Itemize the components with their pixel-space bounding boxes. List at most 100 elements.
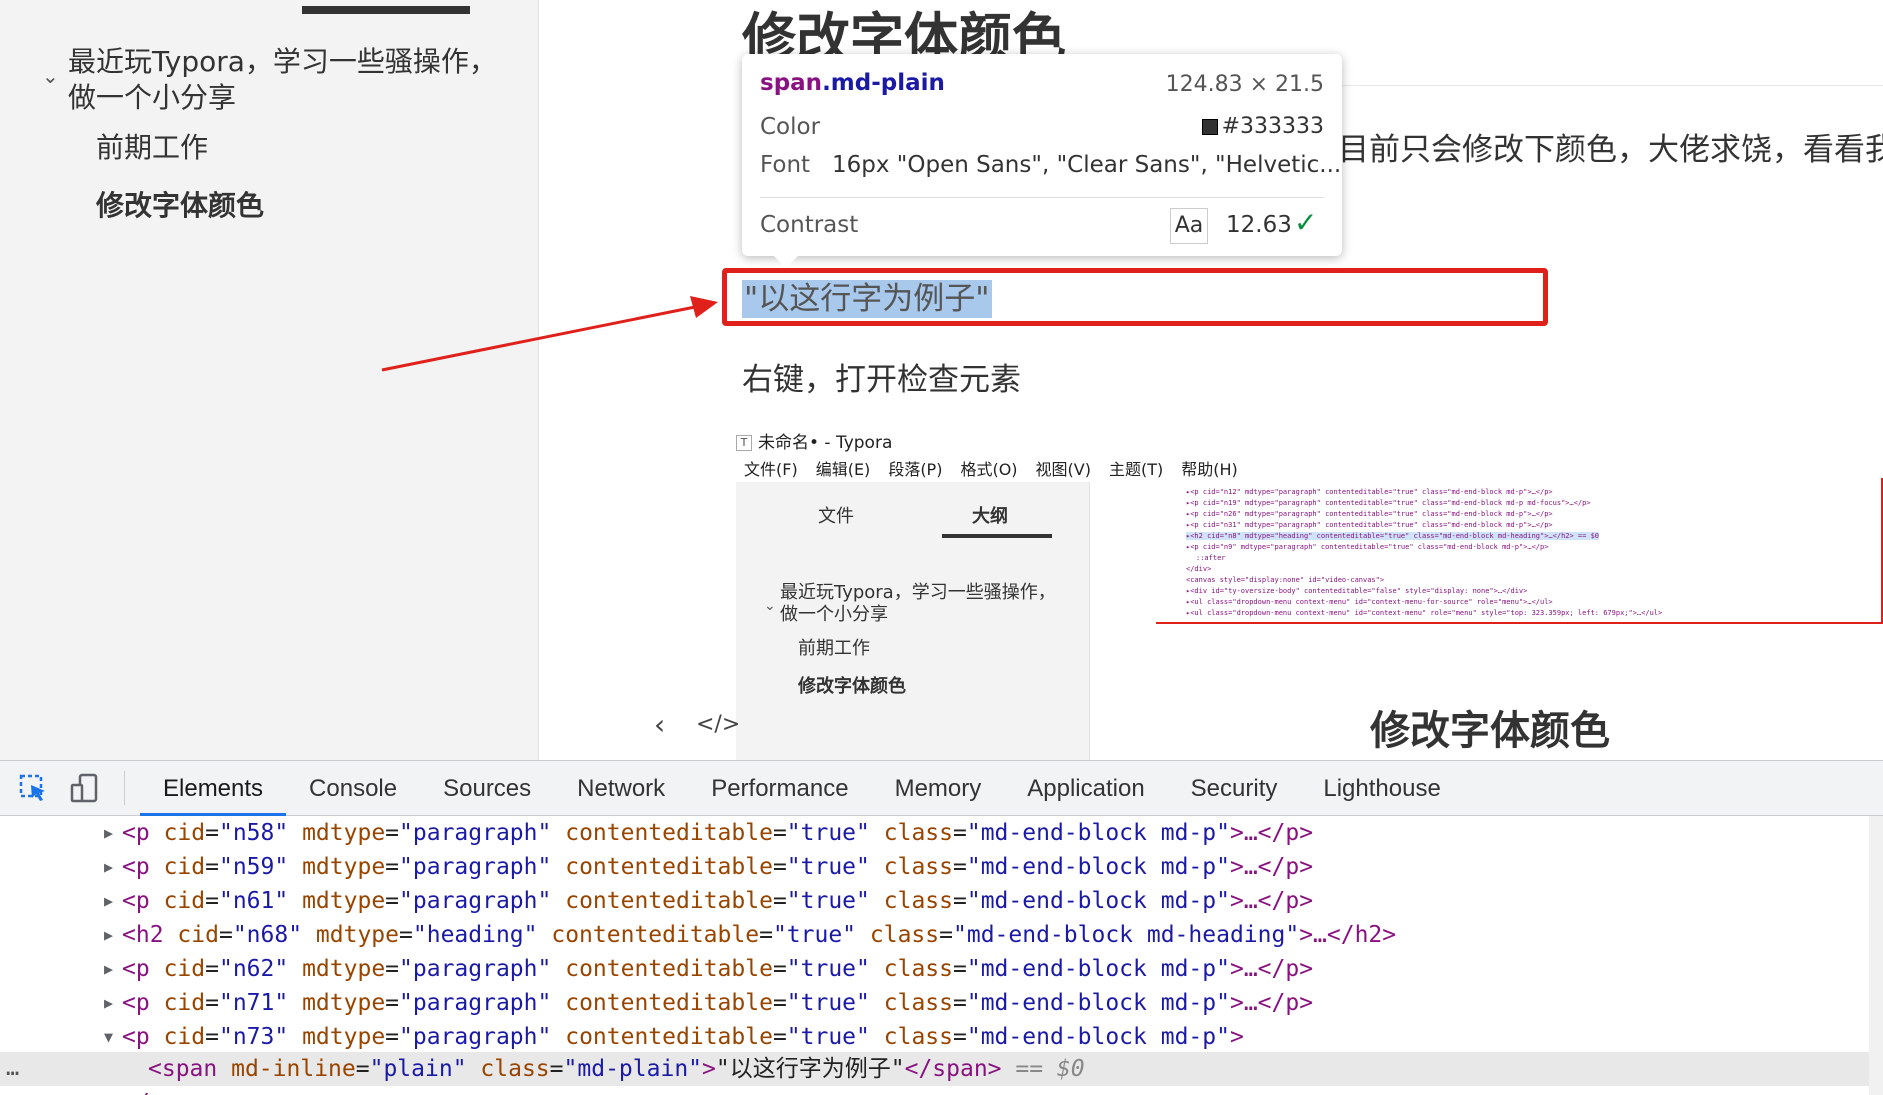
editor-area: 修改字体颜色 目前只会修改下颜色，大佬求饶，看看我 "以这行字为例子" 右键，打… — [540, 0, 1883, 760]
tab-memory[interactable]: Memory — [872, 761, 1005, 816]
devtools-tabs: Elements Console Sources Network Perform… — [140, 761, 1464, 816]
dom-node-text: <p cid="n73" mdtype="paragraph" contente… — [122, 1024, 1244, 1050]
sel-text-node: "以这行字为例子" — [715, 1056, 905, 1082]
nested-devtools-snapshot: ▸<p cid="n12" mdtype="paragraph" content… — [1156, 478, 1883, 624]
outline-item-font-color[interactable]: 修改字体颜色 — [96, 188, 264, 224]
red-annotation-box — [722, 268, 1548, 326]
nested-outline-parent-line1[interactable]: 最近玩Typora，学习一些骚操作， — [780, 582, 1056, 604]
nested-dev-line-selected: ▸<h2 cid="n8" mdtype="heading" contented… — [1186, 532, 1600, 540]
sel-close-tag: </span> — [904, 1056, 1002, 1082]
dom-node-line[interactable]: ▼ <p cid="n73" mdtype="paragraph" content… — [0, 1020, 1883, 1054]
nested-outline-parent-line2[interactable]: 做一个小分享 — [780, 604, 888, 626]
expand-triangle-icon[interactable]: ▶ — [104, 816, 113, 850]
contrast-sample: Aa — [1170, 208, 1208, 244]
dom-node-text: <h2 cid="n68" mdtype="heading" contented… — [122, 922, 1397, 948]
inspect-element-icon[interactable] — [18, 773, 48, 803]
nested-window-title: T 未命名• - Typora — [736, 428, 892, 453]
nested-heading: 修改字体颜色 — [1370, 708, 1610, 754]
dom-node-line[interactable]: ▶ <h2 cid="n68" mdtype="heading" contente… — [0, 918, 1883, 952]
close-p-tag: </p> — [122, 1086, 177, 1095]
tab-performance[interactable]: Performance — [688, 761, 871, 816]
tooltip-color-value: #333333 — [1201, 114, 1324, 139]
outline-sidebar: ⌄ 最近玩Typora，学习一些骚操作， 做一个小分享 前期工作 修改字体颜色 — [0, 0, 539, 760]
chevron-down-icon[interactable]: ⌄ — [42, 64, 59, 88]
vertical-scrollbar[interactable] — [1869, 816, 1883, 1095]
tab-network[interactable]: Network — [554, 761, 688, 816]
dom-node-line[interactable]: ▶ <p cid="n59" mdtype="paragraph" content… — [0, 850, 1883, 884]
nested-menu-theme[interactable]: 主题(T) — [1109, 456, 1163, 480]
nested-menu-file[interactable]: 文件(F) — [744, 456, 798, 480]
tooltip-font-value: 16px "Open Sans", "Clear Sans", "Helveti… — [832, 152, 1342, 178]
nested-dev-line: ▸<ul class="dropdown-menu context-menu" … — [1186, 609, 1663, 617]
tab-sources[interactable]: Sources — [420, 761, 554, 816]
dom-node-line[interactable]: ▶ <p cid="n61" mdtype="paragraph" content… — [0, 884, 1883, 918]
more-options-icon[interactable]: … — [6, 1052, 19, 1086]
nested-menu-help[interactable]: 帮助(H) — [1181, 456, 1238, 480]
nested-outline-early-work[interactable]: 前期工作 — [798, 638, 870, 660]
dom-node-line[interactable]: ▶ <p cid="n62" mdtype="paragraph" content… — [0, 952, 1883, 986]
nested-menu-view[interactable]: 视图(V) — [1036, 456, 1091, 480]
sidebar-tab-indicator — [302, 6, 470, 14]
nested-dev-line: ▸<p cid="n9" mdtype="paragraph" contente… — [1186, 543, 1549, 551]
outline-item-early-work[interactable]: 前期工作 — [96, 130, 208, 166]
outline-item-parent-line2[interactable]: 做一个小分享 — [68, 80, 236, 116]
devtools-toolbar: Elements Console Sources Network Perform… — [0, 761, 1883, 816]
nested-prev-chevron-icon[interactable]: ‹ — [654, 708, 665, 741]
expand-triangle-icon[interactable]: ▶ — [104, 884, 113, 918]
toolbar-separator — [124, 771, 125, 805]
outline-item-parent-line1[interactable]: 最近玩Typora，学习一些骚操作， — [68, 44, 497, 80]
nested-chevron-down-icon[interactable]: ⌄ — [764, 598, 776, 614]
expand-triangle-icon[interactable]: ▶ — [104, 986, 113, 1020]
tooltip-dimensions: 124.83 × 21.5 — [1165, 72, 1324, 97]
devtools-panel: Elements Console Sources Network Perform… — [0, 760, 1883, 1095]
dom-node-selected[interactable]: … <span md-inline="plain" class="md-plai… — [0, 1052, 1883, 1086]
dom-node-text: <p cid="n62" mdtype="paragraph" contente… — [122, 956, 1314, 982]
nested-menubar: 文件(F) 编辑(E) 段落(P) 格式(O) 视图(V) 主题(T) 帮助(H… — [744, 456, 1238, 480]
nested-outline-font-color[interactable]: 修改字体颜色 — [798, 676, 906, 698]
sel-attr1-val: plain — [383, 1056, 453, 1082]
dom-node-text: <p cid="n71" mdtype="paragraph" contente… — [122, 990, 1314, 1016]
tab-lighthouse[interactable]: Lighthouse — [1300, 761, 1463, 816]
check-icon: ✓ — [1294, 206, 1318, 239]
nested-tab-files[interactable]: 文件 — [818, 502, 854, 528]
typora-app-icon: T — [736, 435, 752, 451]
highlighted-example: "以这行字为例子" — [722, 268, 1548, 326]
tooltip-contrast-value: 12.63 — [1226, 212, 1292, 238]
nested-dev-line: ▸<div id="ty-oversize-body" contentedita… — [1186, 587, 1528, 595]
nested-dev-line: ▸<p cid="n12" mdtype="paragraph" content… — [1186, 488, 1553, 496]
tab-elements[interactable]: Elements — [140, 761, 287, 816]
nested-sidebar: 文件 大纲 ⌄ 最近玩Typora，学习一些骚操作， 做一个小分享 前期工作 修… — [736, 482, 1090, 760]
tab-security[interactable]: Security — [1168, 761, 1301, 816]
sel-attr2-val: md-plain — [577, 1056, 689, 1082]
dom-node-text: <p cid="n61" mdtype="paragraph" contente… — [122, 888, 1314, 914]
nested-dev-line: ▸<p cid="n31" mdtype="paragraph" content… — [1186, 521, 1553, 529]
selected-node-text: <span md-inline="plain" class="md-plain"… — [148, 1056, 1085, 1082]
nested-dev-line: ::after — [1196, 554, 1226, 562]
sel-tag: span — [161, 1056, 218, 1082]
expand-triangle-icon[interactable]: ▶ — [104, 850, 113, 884]
instruction-text: 右键，打开检查元素 — [742, 362, 1021, 398]
device-toggle-icon[interactable] — [70, 773, 100, 803]
nested-menu-format[interactable]: 格式(O) — [960, 456, 1017, 480]
nested-source-code-icon[interactable]: </> — [696, 712, 740, 737]
dom-node-line[interactable]: ▶ <p cid="n58" mdtype="paragraph" content… — [0, 816, 1883, 850]
tab-console[interactable]: Console — [286, 761, 420, 816]
nested-tab-outline[interactable]: 大纲 — [972, 502, 1008, 528]
sel-attr2-name: class — [480, 1056, 550, 1082]
nested-dev-line: <canvas style="display:none" id="video-c… — [1186, 576, 1385, 584]
tooltip-arrow — [772, 254, 800, 268]
dom-node-close[interactable]: </p> — [0, 1086, 1883, 1095]
dom-node-line[interactable]: ▶ <p cid="n71" mdtype="paragraph" content… — [0, 986, 1883, 1020]
nested-menu-paragraph[interactable]: 段落(P) — [888, 456, 942, 480]
nested-dev-line: </div> — [1186, 565, 1212, 573]
expand-triangle-icon[interactable]: ▶ — [104, 952, 113, 986]
nested-tab-indicator — [942, 534, 1052, 538]
nested-menu-edit[interactable]: 编辑(E) — [816, 456, 871, 480]
expand-triangle-icon[interactable]: ▶ — [104, 918, 113, 952]
expand-triangle-open-icon[interactable]: ▼ — [104, 1020, 113, 1054]
tab-application[interactable]: Application — [1004, 761, 1167, 816]
tooltip-color-text: #333333 — [1221, 114, 1324, 139]
tooltip-contrast-label: Contrast — [760, 212, 859, 238]
tooltip-selector: span.md-plain — [760, 70, 945, 96]
tooltip-selector-class: .md-plain — [822, 70, 945, 96]
